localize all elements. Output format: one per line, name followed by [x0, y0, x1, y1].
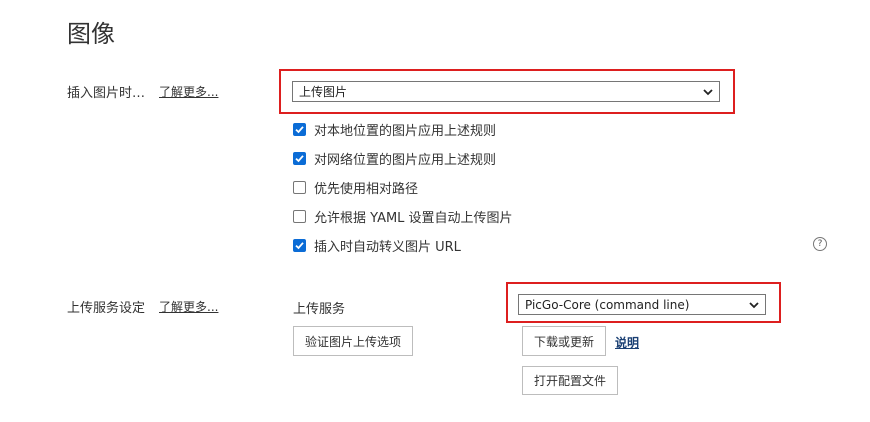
download-update-button[interactable]: 下载或更新: [522, 326, 606, 356]
checkmark-icon: [295, 154, 304, 162]
page-title: 图像: [67, 20, 115, 48]
checkbox-checked[interactable]: [293, 122, 306, 136]
open-config-button[interactable]: 打开配置文件: [522, 366, 618, 395]
upload-service-select[interactable]: PicGo-Core (command line): [518, 294, 766, 315]
verify-upload-button[interactable]: 验证图片上传选项: [293, 326, 413, 356]
insert-action-select-value: 上传图片: [299, 85, 348, 99]
insert-option-row[interactable]: 允许根据 YAML 设置自动上传图片: [293, 206, 513, 226]
insert-option-label: 对本地位置的图片应用上述规则: [314, 123, 497, 139]
chevron-down-icon: [749, 301, 759, 308]
checkmark-icon: [295, 241, 304, 249]
upload-settings-label: 上传服务设定: [67, 301, 146, 316]
checkbox-checked[interactable]: [293, 238, 306, 252]
insert-option-row[interactable]: 对本地位置的图片应用上述规则: [293, 119, 496, 139]
upload-learn-more-link[interactable]: 了解更多...: [159, 298, 218, 315]
question-circle-icon[interactable]: ?: [813, 237, 827, 251]
insert-option-row[interactable]: 对网络位置的图片应用上述规则: [293, 148, 496, 168]
checkbox-unchecked[interactable]: [293, 180, 306, 194]
insert-option-label: 对网络位置的图片应用上述规则: [314, 152, 497, 168]
insert-option-label: 插入时自动转义图片 URL: [314, 239, 461, 255]
upload-service-select-value: PicGo-Core (command line): [525, 297, 690, 312]
insert-image-label: 插入图片时…: [67, 86, 146, 101]
insert-option-label: 允许根据 YAML 设置自动上传图片: [314, 210, 513, 226]
checkmark-icon: [295, 125, 304, 133]
chevron-down-icon: [703, 88, 713, 95]
checkbox-checked[interactable]: [293, 151, 306, 165]
insert-action-select[interactable]: 上传图片: [292, 81, 720, 102]
upload-service-label: 上传服务: [293, 302, 346, 317]
insert-learn-more-link[interactable]: 了解更多...: [159, 83, 218, 100]
insert-option-label: 优先使用相对路径: [314, 181, 419, 197]
insert-option-row[interactable]: 插入时自动转义图片 URL: [293, 235, 461, 255]
checkbox-unchecked[interactable]: [293, 209, 306, 223]
insert-option-row[interactable]: 优先使用相对路径: [293, 177, 418, 197]
explain-link[interactable]: 说明: [615, 334, 639, 351]
